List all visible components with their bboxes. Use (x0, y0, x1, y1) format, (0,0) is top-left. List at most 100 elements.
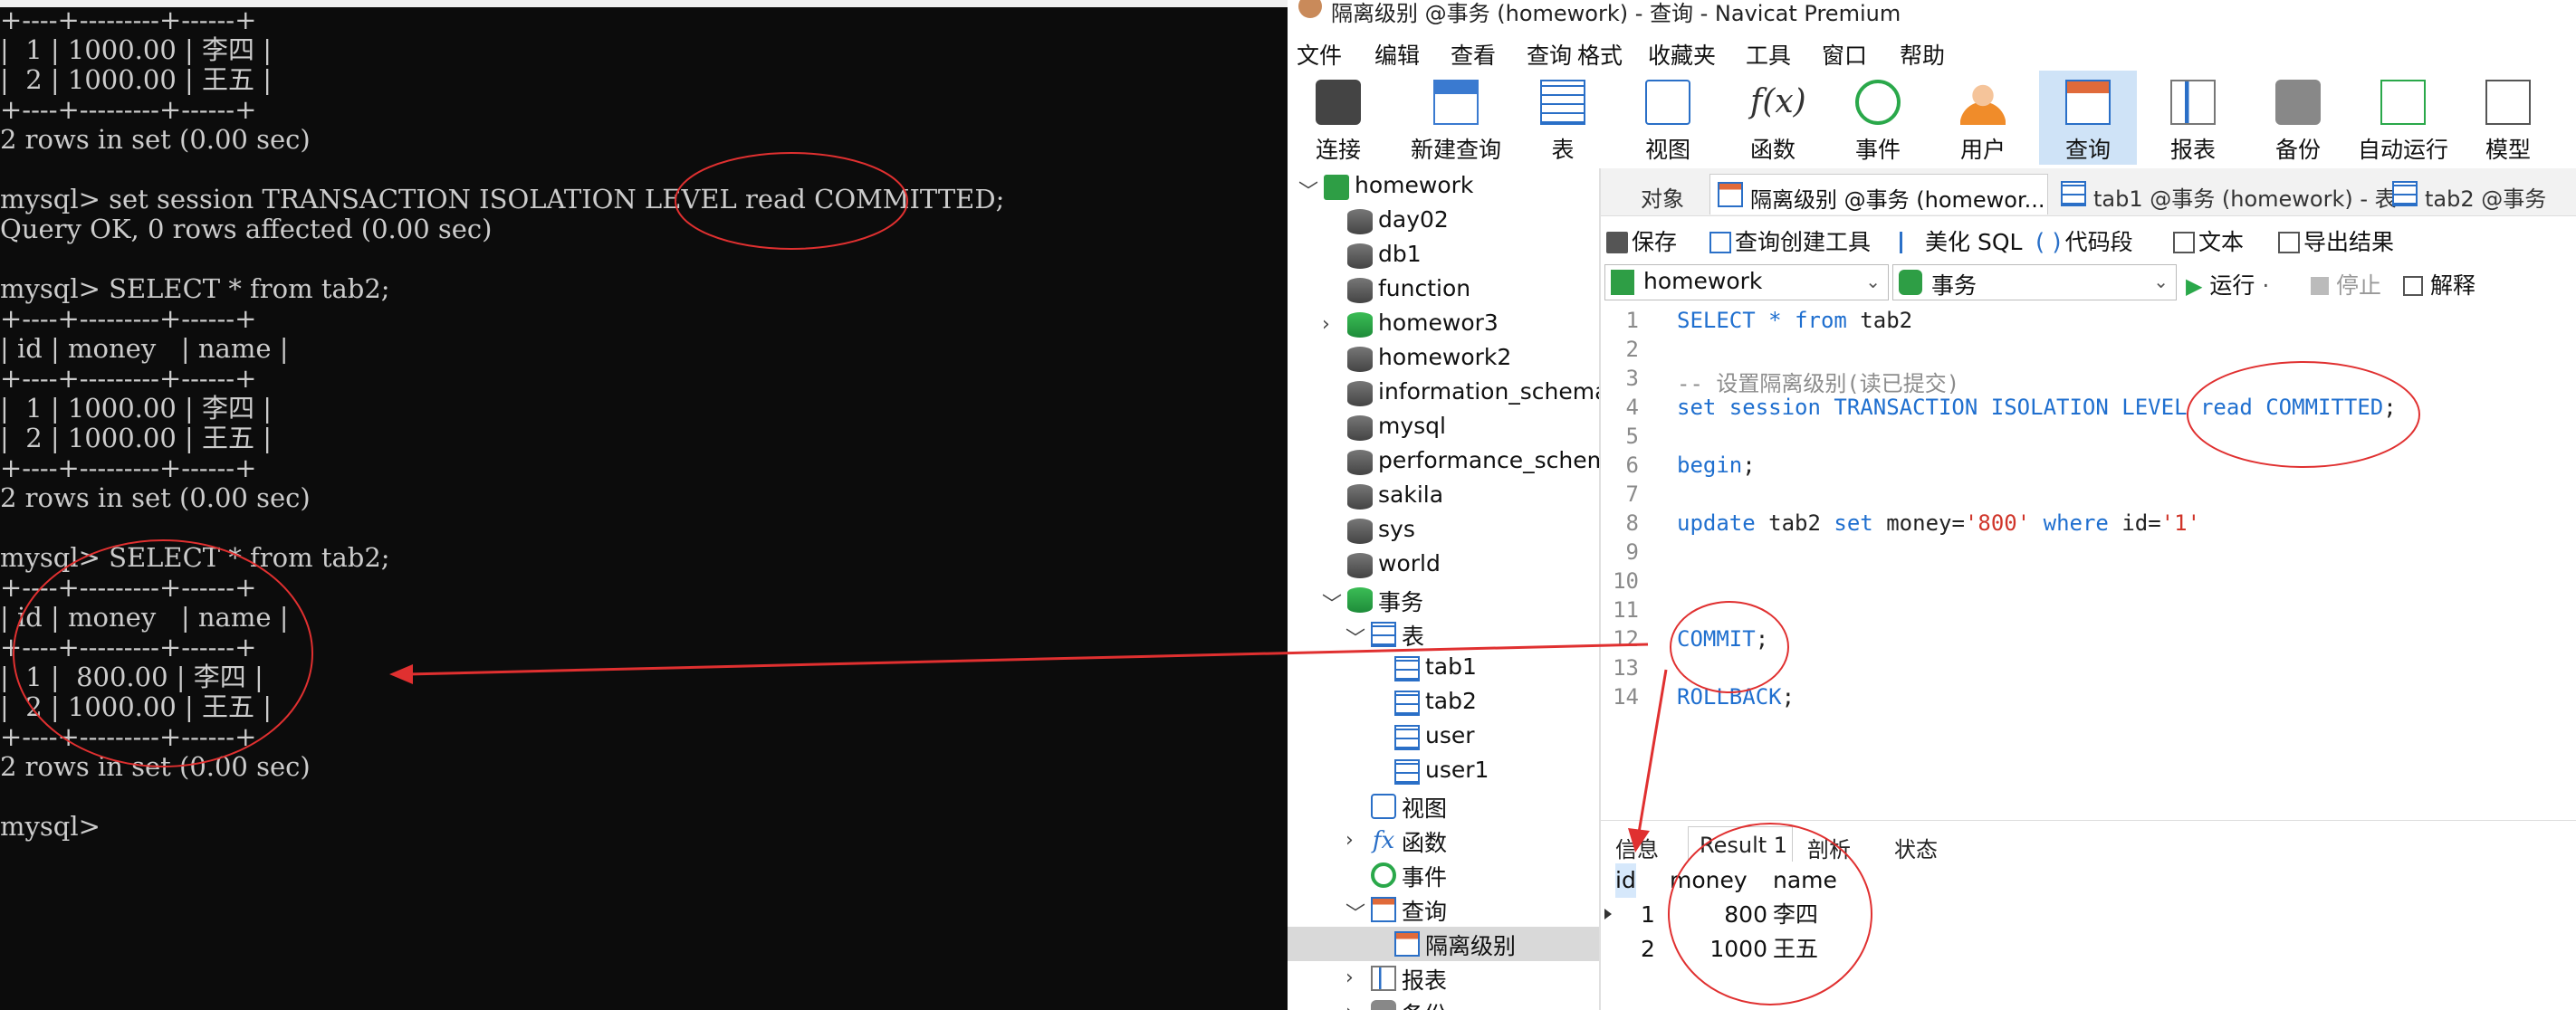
code-snippet-button[interactable]: ( ) 代码段 (2035, 224, 2133, 257)
chevron-right-icon[interactable]: › (1345, 967, 1354, 989)
result-tab[interactable]: 剖析 (1796, 826, 1876, 862)
run-button[interactable]: ▶ 运行 · (2186, 268, 2269, 300)
toolbar-button-label: 自动运行 (2357, 137, 2448, 163)
chevron-right-icon[interactable]: › (1345, 1001, 1354, 1010)
toolbar-button-function[interactable]: f(x) 函数 (1724, 71, 1822, 165)
tree-item[interactable]: ﹀ homework (1288, 170, 1599, 205)
grid-cell[interactable]: 2 (1641, 932, 1655, 967)
menu-item[interactable]: 查询 (1527, 38, 1572, 71)
tree-item[interactable]: sakila (1288, 480, 1599, 514)
menu-item[interactable]: 窗口 (1822, 38, 1867, 71)
chevron-down-icon[interactable]: ﹀ (1322, 588, 1342, 617)
terminal-line: mysql> SELECT * from tab2; (0, 273, 390, 304)
tree-item[interactable]: world (1288, 548, 1599, 583)
tree-item[interactable]: 事件 (1288, 858, 1599, 892)
document-tab[interactable]: tab2 @事务 (2385, 174, 2576, 214)
document-tab[interactable]: 对象 (1601, 174, 1702, 214)
tree-item-label: homewor3 (1378, 310, 1499, 336)
toolbar-button-table[interactable]: 表 (1514, 71, 1612, 165)
toolbar-button-model[interactable]: 模型 (2459, 71, 2557, 165)
chevron-right-icon[interactable]: › (1322, 313, 1330, 336)
tree-item[interactable]: function (1288, 273, 1599, 308)
tree-item[interactable]: › 备份 (1288, 996, 1599, 1010)
query-builder-button[interactable]: 查询创建工具 (1709, 224, 1871, 257)
save-button[interactable]: 保存 (1606, 224, 1677, 257)
tree-item[interactable]: ﹀ 表 (1288, 617, 1599, 652)
explain-button[interactable]: 解释 (2403, 268, 2475, 300)
backup-icon (2275, 80, 2321, 125)
database-select[interactable]: 事务 ⌄ (1892, 264, 2177, 300)
toolbar-button-user[interactable]: 用户 (1934, 71, 2032, 165)
grid-cell[interactable]: 1000 (1670, 932, 1767, 967)
tree-item[interactable]: mysql (1288, 411, 1599, 445)
toolbar-button-report[interactable]: 报表 (2144, 71, 2242, 165)
toolbar-button-new-query[interactable]: 新建查询 (1394, 71, 1518, 165)
tree-item[interactable]: sys (1288, 514, 1599, 548)
text-button[interactable]: 文本 (2173, 224, 2244, 257)
line-number: 13 (1613, 655, 1639, 681)
document-tab-label: tab1 @事务 (homework) - 表 (2093, 186, 2397, 212)
grid-cell[interactable]: 800 (1670, 898, 1767, 932)
beautify-icon (1900, 232, 1921, 253)
grid-cell[interactable]: 王五 (1773, 932, 1818, 967)
tree-item[interactable]: 视图 (1288, 789, 1599, 824)
menu-item[interactable]: 文件 (1297, 38, 1342, 71)
tree-item[interactable]: day02 (1288, 205, 1599, 239)
result-tab[interactable]: Result 1 (1688, 826, 1793, 862)
export-results-button[interactable]: 导出结果 (2278, 224, 2394, 257)
tree-item[interactable]: tab1 (1288, 652, 1599, 686)
tree-item[interactable]: performance_schema (1288, 445, 1599, 480)
toolbar-button-clock[interactable]: 事件 (1829, 71, 1927, 165)
toolbar-button-plug[interactable]: 连接 (1289, 71, 1387, 165)
tree-item[interactable]: 隔离级别 (1288, 927, 1599, 961)
menu-item[interactable]: 格式 (1577, 38, 1623, 71)
tree-item[interactable]: › 报表 (1288, 961, 1599, 996)
title-bar: 隔离级别 @事务 (homework) - 查询 - Navicat Premi… (1288, 0, 2576, 26)
tree-item[interactable]: › fx 函数 (1288, 824, 1599, 858)
result-tab[interactable]: 信息 (1604, 826, 1679, 862)
tree-item[interactable]: › homewor3 (1288, 308, 1599, 342)
tree-item[interactable]: tab2 (1288, 686, 1599, 720)
chevron-down-icon[interactable]: ﹀ (1298, 176, 1318, 205)
document-tab-label: 对象 (1641, 186, 1684, 212)
beautify-sql-button[interactable]: 美化 SQL (1900, 224, 2022, 257)
grid-header[interactable]: id (1615, 863, 1636, 898)
tree-item[interactable]: homework2 (1288, 342, 1599, 376)
menu-item[interactable]: 编辑 (1374, 38, 1420, 71)
result-tab[interactable]: 状态 (1883, 826, 1963, 862)
menu-item[interactable]: 帮助 (1900, 38, 1945, 71)
terminal-line: | id | money | name | (0, 602, 289, 633)
chevron-down-icon[interactable]: ﹀ (1345, 898, 1365, 927)
navicat-window: 隔离级别 @事务 (homework) - 查询 - Navicat Premi… (1288, 0, 2576, 1010)
line-number: 7 (1625, 481, 1639, 507)
document-tab[interactable]: 隔离级别 @事务 (homewor... (1709, 174, 2048, 214)
menu-item[interactable]: 工具 (1746, 38, 1791, 71)
toolbar-button-query[interactable]: 查询 (2039, 71, 2137, 165)
tree-item[interactable]: user1 (1288, 755, 1599, 789)
stop-button[interactable]: 停止 (2311, 268, 2381, 300)
document-tab[interactable]: tab1 @事务 (homework) - 表 (2054, 174, 2397, 214)
chevron-right-icon[interactable]: › (1345, 829, 1354, 852)
tree-item[interactable]: information_schema (1288, 376, 1599, 411)
menu-item[interactable]: 收藏夹 (1648, 38, 1716, 71)
query-builder-icon (1709, 232, 1731, 253)
chevron-down-icon[interactable]: ﹀ (1345, 623, 1365, 652)
toolbar-button-backup[interactable]: 备份 (2249, 71, 2347, 165)
tree-item[interactable]: db1 (1288, 239, 1599, 273)
terminal-window[interactable]: +----+---------+------+ | 1 | 1000.00 | 李… (0, 0, 1288, 1010)
grid-cell[interactable]: 李四 (1773, 898, 1818, 932)
grid-header[interactable]: name (1773, 863, 1837, 898)
document-tab-label: 隔离级别 @事务 (homewor... (1750, 187, 2045, 213)
toolbar-button-view[interactable]: 视图 (1619, 71, 1717, 165)
code-token: set (1834, 510, 1873, 536)
tree-item[interactable]: ﹀ 查询 (1288, 892, 1599, 927)
tree-item[interactable]: user (1288, 720, 1599, 755)
menu-item[interactable]: 查看 (1451, 38, 1496, 71)
toolbar-button-autorun[interactable]: 自动运行 (2354, 71, 2452, 165)
grid-header[interactable]: money (1670, 863, 1748, 898)
grid-cell[interactable]: 1 (1641, 898, 1655, 932)
tree-item[interactable]: ﹀ 事务 (1288, 583, 1599, 617)
connection-select[interactable]: homework ⌄ (1604, 264, 1889, 300)
